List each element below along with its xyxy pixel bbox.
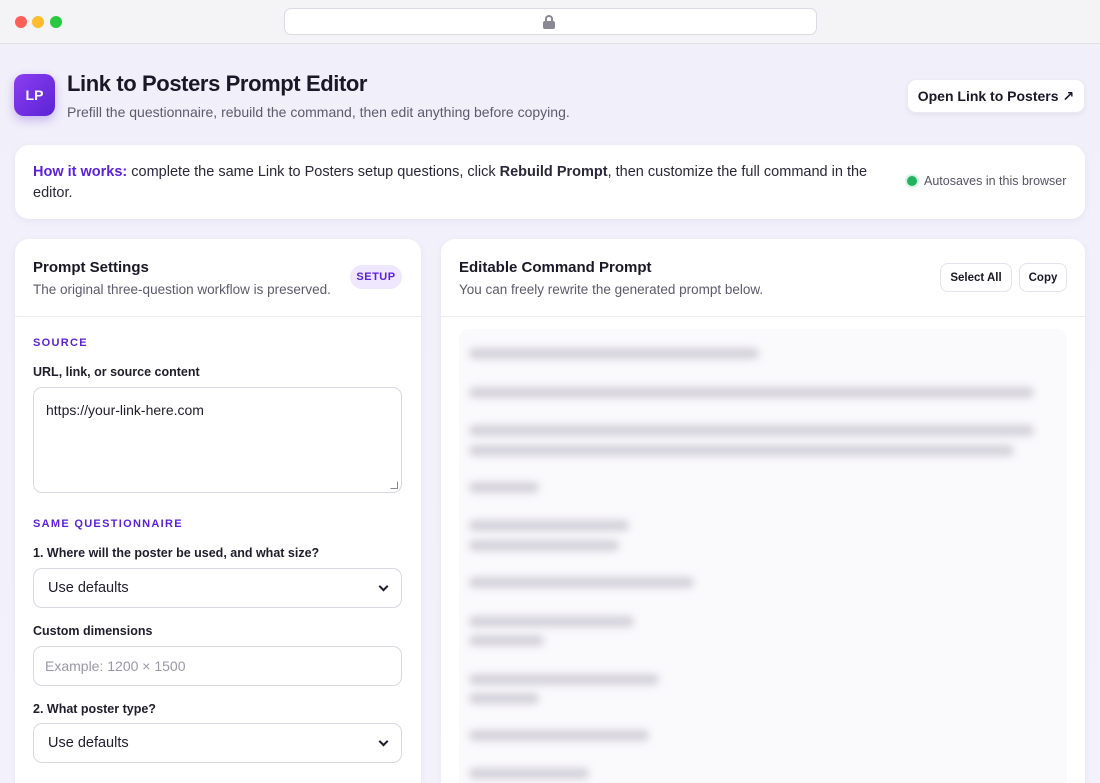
editor-title: Editable Command Prompt — [459, 259, 652, 276]
questionnaire-section-label: SAME QUESTIONNAIRE — [33, 518, 183, 530]
source-textarea-value: https://your-link-here.com — [46, 402, 204, 418]
q1-select[interactable]: Use defaults — [33, 568, 402, 608]
open-button-label: Open Link to Posters — [917, 88, 1059, 104]
autosave-status: Autosaves in this browser — [907, 174, 1066, 188]
select-all-button[interactable]: Select All — [940, 263, 1012, 292]
external-link-icon: ↗ — [1062, 87, 1075, 104]
editor-header: Editable Command Prompt You can freely r… — [441, 239, 1085, 317]
blurred-text-line — [469, 445, 1014, 456]
settings-title: Prompt Settings — [33, 259, 149, 276]
resize-grip-icon[interactable] — [390, 481, 398, 489]
chevron-down-icon — [378, 581, 389, 591]
blurred-text-line — [469, 616, 634, 627]
how-it-works-lead: How it works: — [33, 164, 128, 180]
how-it-works-text-before: complete the same Link to Posters setup … — [127, 164, 500, 180]
blurred-text-line — [469, 387, 1034, 398]
custom-dimensions-label: Custom dimensions — [33, 624, 153, 638]
blurred-text-line — [469, 635, 544, 646]
rebuild-prompt-mention: Rebuild Prompt — [499, 164, 608, 180]
status-dot-icon — [907, 176, 917, 186]
custom-dimensions-placeholder: Example: 1200 × 1500 — [45, 658, 186, 674]
command-prompt-panel: Editable Command Prompt You can freely r… — [441, 239, 1085, 783]
autosave-label: Autosaves in this browser — [924, 174, 1067, 188]
q1-label: 1. Where will the poster be used, and wh… — [33, 546, 320, 560]
blurred-text-line — [469, 482, 539, 493]
editor-subtitle: You can freely rewrite the generated pro… — [459, 282, 764, 297]
minimize-window-button[interactable] — [32, 16, 44, 28]
page-title: Link to Posters Prompt Editor — [67, 71, 368, 96]
settings-subtitle: The original three-question workflow is … — [33, 282, 331, 297]
page-subtitle: Prefill the questionnaire, rebuild the c… — [67, 104, 570, 120]
browser-chrome — [0, 0, 1100, 44]
app-window: LP Link to Posters Prompt Editor Prefill… — [0, 0, 1100, 783]
blurred-text-line — [469, 577, 694, 588]
settings-header: Prompt Settings The original three-quest… — [15, 239, 421, 317]
source-section-label: SOURCE — [33, 337, 88, 349]
app-logo: LP — [14, 74, 55, 116]
blurred-text-line — [469, 674, 659, 685]
how-it-works-banner: How it works: complete the same Link to … — [15, 145, 1085, 219]
copy-button[interactable]: Copy — [1019, 263, 1067, 292]
lock-icon — [543, 15, 555, 29]
blurred-text-line — [469, 730, 649, 741]
command-prompt-editor[interactable] — [459, 329, 1067, 783]
blurred-text-line — [469, 348, 759, 359]
blurred-text-line — [469, 520, 629, 531]
blurred-text-line — [469, 693, 539, 704]
setup-badge: SETUP — [350, 265, 402, 289]
close-window-button[interactable] — [15, 16, 27, 28]
blurred-text-line — [469, 425, 1034, 436]
blurred-text-line — [469, 768, 589, 779]
address-bar[interactable] — [284, 8, 817, 35]
q2-select-value: Use defaults — [48, 735, 129, 751]
source-textarea[interactable]: https://your-link-here.com — [33, 387, 402, 493]
how-it-works-text: How it works: complete the same Link to … — [33, 162, 873, 204]
custom-dimensions-input[interactable]: Example: 1200 × 1500 — [33, 646, 402, 686]
chevron-down-icon — [378, 736, 389, 746]
open-link-to-posters-button[interactable]: Open Link to Posters ↗ — [907, 79, 1085, 113]
q2-label: 2. What poster type? — [33, 702, 156, 716]
prompt-settings-panel: Prompt Settings The original three-quest… — [15, 239, 421, 783]
url-field-label: URL, link, or source content — [33, 365, 200, 379]
q1-select-value: Use defaults — [48, 580, 129, 596]
q2-select[interactable]: Use defaults — [33, 723, 402, 763]
blurred-text-line — [469, 540, 619, 551]
maximize-window-button[interactable] — [50, 16, 62, 28]
